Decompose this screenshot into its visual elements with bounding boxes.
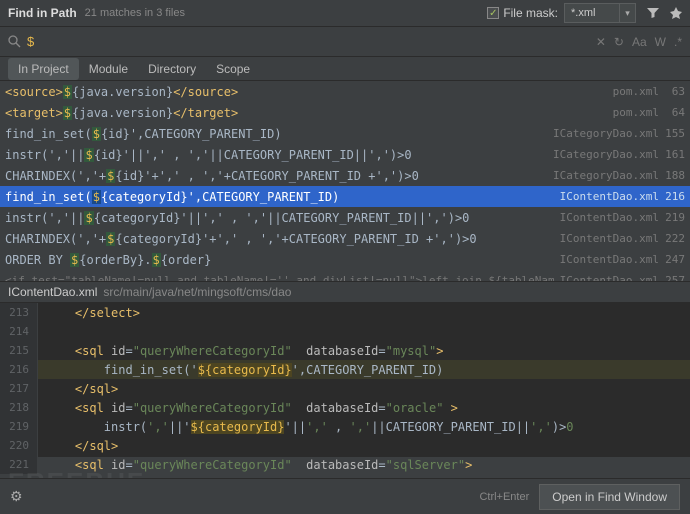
line-number: 219 <box>0 417 38 436</box>
result-row[interactable]: instr(','||${categoryId}'||',' , ','||CA… <box>0 207 690 228</box>
code-line: 217 </sql> <box>0 379 690 398</box>
result-file: ICategoryDao.xml <box>553 127 659 140</box>
open-find-window-button[interactable]: Open in Find Window <box>539 484 680 510</box>
line-number: 221 <box>0 455 38 474</box>
result-row[interactable]: ORDER BY ${orderBy}.${order}IContentDao.… <box>0 249 690 270</box>
filemask-input[interactable] <box>564 3 620 23</box>
line-number: 213 <box>0 303 38 322</box>
result-row[interactable]: <if test="tableName!=null and tableName!… <box>0 270 690 281</box>
preview-filename: IContentDao.xml <box>8 285 97 299</box>
tab-directory[interactable]: Directory <box>138 58 206 80</box>
regex-icon[interactable]: .* <box>674 35 682 49</box>
result-line: 222 <box>663 232 685 245</box>
code-line: 221 <sql id="queryWhereCategoryId" datab… <box>0 455 690 474</box>
code-line: 213 </select> <box>0 303 690 322</box>
result-row[interactable]: <target>${java.version}</target>pom.xml6… <box>0 102 690 123</box>
history-icon[interactable]: ↻ <box>614 35 624 49</box>
result-line: 161 <box>663 148 685 161</box>
result-file: pom.xml <box>613 85 659 98</box>
result-line: 64 <box>663 106 685 119</box>
result-row[interactable]: CHARINDEX(','+${categoryId}'+',' , ','+C… <box>0 228 690 249</box>
result-file: IContentDao.xml <box>560 211 659 224</box>
result-line: 63 <box>663 85 685 98</box>
result-file: IContentDao.xml <box>560 190 659 203</box>
search-icon <box>8 35 21 48</box>
line-number: 220 <box>0 436 38 455</box>
code-line: 220 </sql> <box>0 436 690 455</box>
match-count: 21 matches in 3 files <box>85 7 488 19</box>
line-number: 216 <box>0 360 38 379</box>
result-file: pom.xml <box>613 106 659 119</box>
search-input[interactable] <box>27 34 588 49</box>
result-line: 216 <box>663 190 685 203</box>
line-number: 214 <box>0 322 38 341</box>
result-line: 247 <box>663 253 685 266</box>
code-line: 216 find_in_set('${categoryId}',CATEGORY… <box>0 360 690 379</box>
filemask-checkbox[interactable]: ✓ File mask: <box>487 6 558 20</box>
tab-module[interactable]: Module <box>79 58 138 80</box>
result-line: 155 <box>663 127 685 140</box>
code-line: 215 <sql id="queryWhereCategoryId" datab… <box>0 341 690 360</box>
line-number: 215 <box>0 341 38 360</box>
line-number: 218 <box>0 398 38 417</box>
result-file: ICategoryDao.xml <box>553 169 659 182</box>
filter-icon[interactable] <box>646 6 660 20</box>
code-line: 219 instr(','||'${categoryId}'||',' , ',… <box>0 417 690 436</box>
tab-scope[interactable]: Scope <box>206 58 260 80</box>
result-row[interactable]: instr(','||${id}'||',' , ','||CATEGORY_P… <box>0 144 690 165</box>
check-icon: ✓ <box>487 7 499 19</box>
dialog-title: Find in Path <box>8 6 77 20</box>
settings-icon[interactable]: ⚙ <box>10 488 23 505</box>
tab-in-project[interactable]: In Project <box>8 58 79 80</box>
line-number: 217 <box>0 379 38 398</box>
code-line: 214 <box>0 322 690 341</box>
result-row[interactable]: <source>${java.version}</source>pom.xml6… <box>0 81 690 102</box>
preview-dirpath: src/main/java/net/mingsoft/cms/dao <box>103 285 291 299</box>
shortcut-hint: Ctrl+Enter <box>479 491 529 503</box>
filemask-dropdown[interactable]: ▾ <box>620 3 636 23</box>
result-row[interactable]: CHARINDEX(','+${id}'+',' , ','+CATEGORY_… <box>0 165 690 186</box>
word-icon[interactable]: W <box>655 35 666 49</box>
result-line: 219 <box>663 211 685 224</box>
clear-icon[interactable]: ✕ <box>596 35 606 49</box>
pin-icon[interactable] <box>670 7 682 19</box>
result-row[interactable]: find_in_set(${categoryId}',CATEGORY_PARE… <box>0 186 690 207</box>
result-file: IContentDao.xml <box>560 253 659 266</box>
result-row[interactable]: find_in_set(${id}',CATEGORY_PARENT_ID)IC… <box>0 123 690 144</box>
result-file: ICategoryDao.xml <box>553 148 659 161</box>
result-file: IContentDao.xml <box>560 232 659 245</box>
code-line: 218 <sql id="queryWhereCategoryId" datab… <box>0 398 690 417</box>
result-line: 188 <box>663 169 685 182</box>
case-icon[interactable]: Aa <box>632 35 647 49</box>
